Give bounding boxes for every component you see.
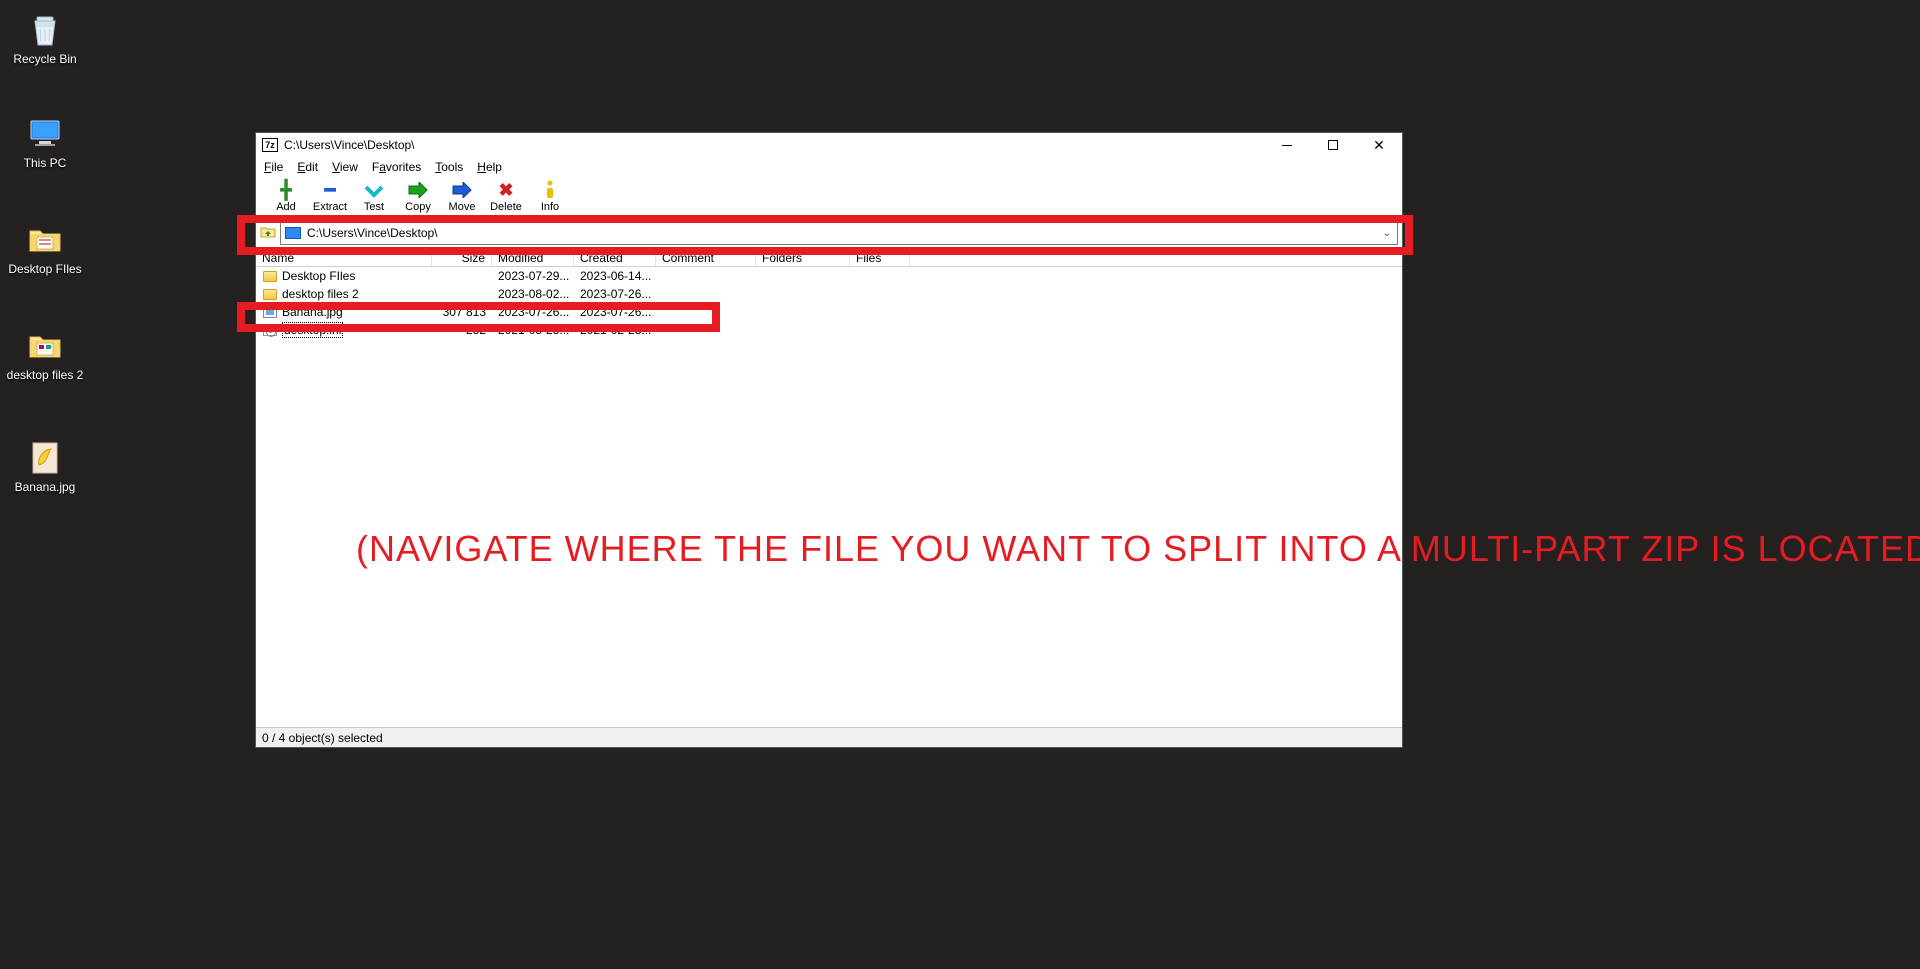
- recycle-bin-icon: [24, 8, 66, 50]
- file-modified: 2021-05-23...: [492, 323, 574, 337]
- minus-icon: ━: [325, 179, 336, 201]
- menu-file[interactable]: File: [264, 160, 283, 174]
- col-size[interactable]: Size: [432, 249, 492, 266]
- delete-icon: ✖: [498, 179, 513, 201]
- computer-icon: [285, 227, 301, 239]
- file-modified: 2023-07-26...: [492, 305, 574, 319]
- file-size: 307 813: [432, 305, 492, 319]
- menu-favorites[interactable]: Favorites: [372, 160, 421, 174]
- file-created: 2021-02-28...: [574, 323, 656, 337]
- desktop-icon-this-pc[interactable]: This PC: [0, 112, 90, 170]
- toolbar-label: Info: [541, 201, 559, 213]
- desktop-icon-label: Desktop FIles: [8, 262, 81, 276]
- col-folders[interactable]: Folders: [756, 249, 850, 266]
- address-bar-area: C:\Users\Vince\Desktop\ ⌄: [256, 219, 1402, 249]
- address-path: C:\Users\Vince\Desktop\: [307, 226, 438, 240]
- file-modified: 2023-08-02...: [492, 287, 574, 301]
- toolbar-label: Delete: [490, 201, 522, 213]
- menu-edit[interactable]: Edit: [297, 160, 318, 174]
- col-name[interactable]: Name: [256, 249, 432, 266]
- menu-tools[interactable]: Tools: [435, 160, 463, 174]
- toolbar-label: Test: [364, 201, 384, 213]
- title-bar[interactable]: 7z C:\Users\Vince\Desktop\ ✕: [256, 133, 1402, 157]
- toolbar-label: Move: [449, 201, 476, 213]
- toolbar-extract[interactable]: ━ Extract: [308, 179, 352, 213]
- file-name: Desktop FIles: [282, 269, 355, 283]
- toolbar-label: Add: [276, 201, 296, 213]
- desktop-icon-label: Banana.jpg: [15, 480, 76, 494]
- desktop-icon-banana[interactable]: Banana.jpg: [0, 436, 90, 494]
- toolbar-test[interactable]: Test: [352, 179, 396, 213]
- check-icon: [364, 179, 384, 201]
- copy-arrow-icon: [407, 179, 429, 201]
- file-name: desktop.ini: [282, 322, 343, 338]
- file-name: Banana.jpg: [282, 305, 343, 319]
- plus-icon: ╋: [281, 179, 292, 201]
- toolbar-label: Copy: [405, 201, 431, 213]
- app-icon: 7z: [262, 138, 278, 152]
- toolbar-info[interactable]: Info: [528, 179, 572, 213]
- file-modified: 2023-07-29...: [492, 269, 574, 283]
- list-row-ini[interactable]: desktop.ini 282 2021-05-23... 2021-02-28…: [256, 321, 1402, 339]
- menu-view[interactable]: View: [332, 160, 358, 174]
- status-bar: 0 / 4 object(s) selected: [256, 727, 1402, 747]
- file-created: 2023-07-26...: [574, 305, 656, 319]
- file-created: 2023-06-14...: [574, 269, 656, 283]
- settings-file-icon: [262, 323, 278, 337]
- this-pc-icon: [24, 112, 66, 154]
- desktop-icon-desktop-files[interactable]: Desktop FIles: [0, 218, 90, 276]
- info-icon: [543, 179, 557, 201]
- up-folder-icon[interactable]: [260, 223, 276, 239]
- file-created: 2023-07-26...: [574, 287, 656, 301]
- toolbar-label: Extract: [313, 201, 347, 213]
- col-modified[interactable]: Modified: [492, 249, 574, 266]
- folder-icon: [262, 287, 278, 301]
- list-row-folder[interactable]: Desktop FIles 2023-07-29... 2023-06-14..…: [256, 267, 1402, 285]
- window-title: C:\Users\Vince\Desktop\: [284, 138, 1264, 152]
- list-row-image[interactable]: Banana.jpg 307 813 2023-07-26... 2023-07…: [256, 303, 1402, 321]
- address-bar[interactable]: C:\Users\Vince\Desktop\ ⌄: [280, 221, 1398, 245]
- image-file-icon: [24, 436, 66, 478]
- desktop-icon-desktop-files-2[interactable]: desktop files 2: [0, 324, 90, 382]
- file-size: 282: [432, 323, 492, 337]
- toolbar-move[interactable]: Move: [440, 179, 484, 213]
- annotation-text: (NAVIGATE WHERE THE FILE YOU WANT TO SPL…: [356, 528, 1920, 570]
- chevron-down-icon[interactable]: ⌄: [1383, 228, 1391, 239]
- folder-icon: [24, 324, 66, 366]
- maximize-button[interactable]: [1310, 133, 1356, 157]
- desktop-icon-label: desktop files 2: [7, 368, 84, 382]
- toolbar: ╋ Add ━ Extract Test Copy Move ✖: [256, 177, 1402, 219]
- toolbar-delete[interactable]: ✖ Delete: [484, 179, 528, 213]
- toolbar-copy[interactable]: Copy: [396, 179, 440, 213]
- col-comment[interactable]: Comment: [656, 249, 756, 266]
- desktop-icon-label: Recycle Bin: [13, 52, 76, 66]
- close-button[interactable]: ✕: [1356, 133, 1402, 157]
- menu-help[interactable]: Help: [477, 160, 502, 174]
- image-icon: [262, 305, 278, 319]
- status-text: 0 / 4 object(s) selected: [262, 731, 383, 745]
- col-created[interactable]: Created: [574, 249, 656, 266]
- menu-bar: File Edit View Favorites Tools Help: [256, 157, 1402, 177]
- file-name: desktop files 2: [282, 287, 359, 301]
- desktop-icon-label: This PC: [24, 156, 67, 170]
- folder-icon: [262, 269, 278, 283]
- minimize-button[interactable]: [1264, 133, 1310, 157]
- file-list[interactable]: Desktop FIles 2023-07-29... 2023-06-14..…: [256, 267, 1402, 339]
- col-files[interactable]: Files: [850, 249, 910, 266]
- folder-icon: [24, 218, 66, 260]
- move-arrow-icon: [451, 179, 473, 201]
- toolbar-add[interactable]: ╋ Add: [264, 179, 308, 213]
- list-row-folder[interactable]: desktop files 2 2023-08-02... 2023-07-26…: [256, 285, 1402, 303]
- sevenzip-window: 7z C:\Users\Vince\Desktop\ ✕ File Edit V…: [255, 132, 1403, 748]
- column-headers: Name Size Modified Created Comment Folde…: [256, 249, 1402, 267]
- desktop-icon-recycle-bin[interactable]: Recycle Bin: [0, 8, 90, 66]
